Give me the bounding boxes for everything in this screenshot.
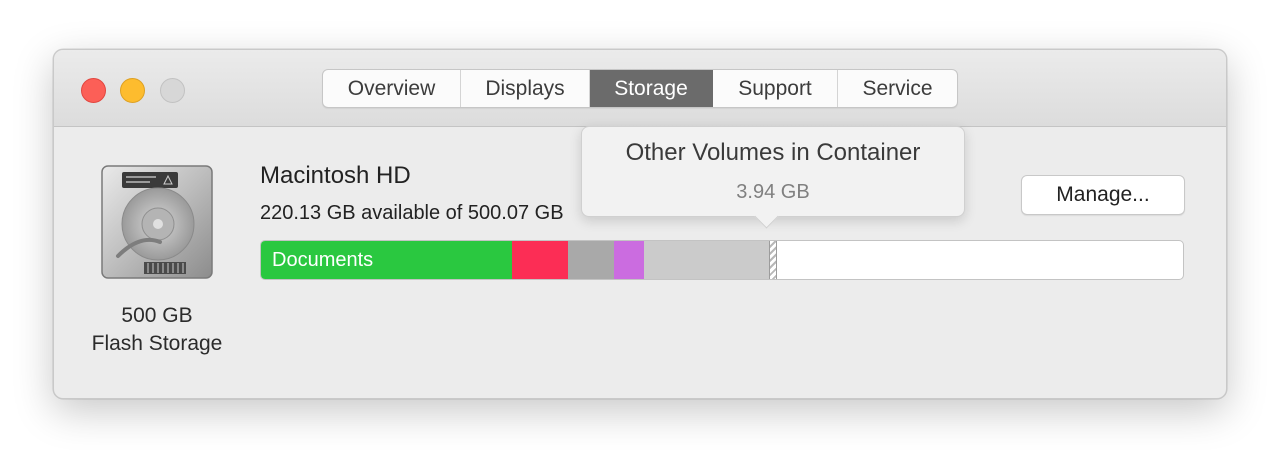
disk-capacity: 500 GB	[121, 304, 193, 327]
disk-type: Flash Storage	[91, 332, 223, 355]
close-button[interactable]	[81, 78, 106, 103]
minimize-button[interactable]	[120, 78, 145, 103]
manage-button[interactable]: Manage...	[1021, 175, 1185, 215]
storage-tooltip: Other Volumes in Container 3.94 GB	[581, 126, 965, 229]
storage-segment-gray[interactable]	[568, 241, 614, 279]
disk-caption: 500 GB Flash Storage	[74, 302, 240, 358]
volume-name: Macintosh HD	[260, 162, 411, 189]
storage-segment-documents[interactable]: Documents	[261, 241, 512, 279]
title-bar: Overview Displays Storage Support Servic…	[54, 50, 1226, 127]
storage-segment-label: Documents	[272, 249, 374, 271]
tab-displays[interactable]: Displays	[461, 70, 590, 107]
tooltip-title: Other Volumes in Container	[625, 139, 921, 166]
zoom-button[interactable]	[160, 78, 185, 103]
storage-segment-other-volumes[interactable]	[769, 241, 777, 279]
storage-bar: Documents	[260, 240, 1184, 280]
hard-drive-icon	[101, 165, 213, 279]
volume-available: 220.13 GB available of 500.07 GB	[260, 202, 564, 224]
storage-segment-light-gray[interactable]	[644, 241, 769, 279]
tooltip-value: 3.94 GB	[736, 181, 810, 203]
tab-overview[interactable]: Overview	[323, 70, 461, 107]
tab-service[interactable]: Service	[838, 70, 957, 107]
tab-storage[interactable]: Storage	[590, 70, 713, 107]
storage-segment-purple[interactable]	[614, 241, 644, 279]
tab-bar: Overview Displays Storage Support Servic…	[322, 69, 958, 108]
tab-support[interactable]: Support	[713, 70, 838, 107]
storage-segment-red[interactable]	[512, 241, 568, 279]
tooltip-arrow	[754, 204, 779, 229]
about-this-mac-window: Overview Displays Storage Support Servic…	[53, 49, 1227, 399]
